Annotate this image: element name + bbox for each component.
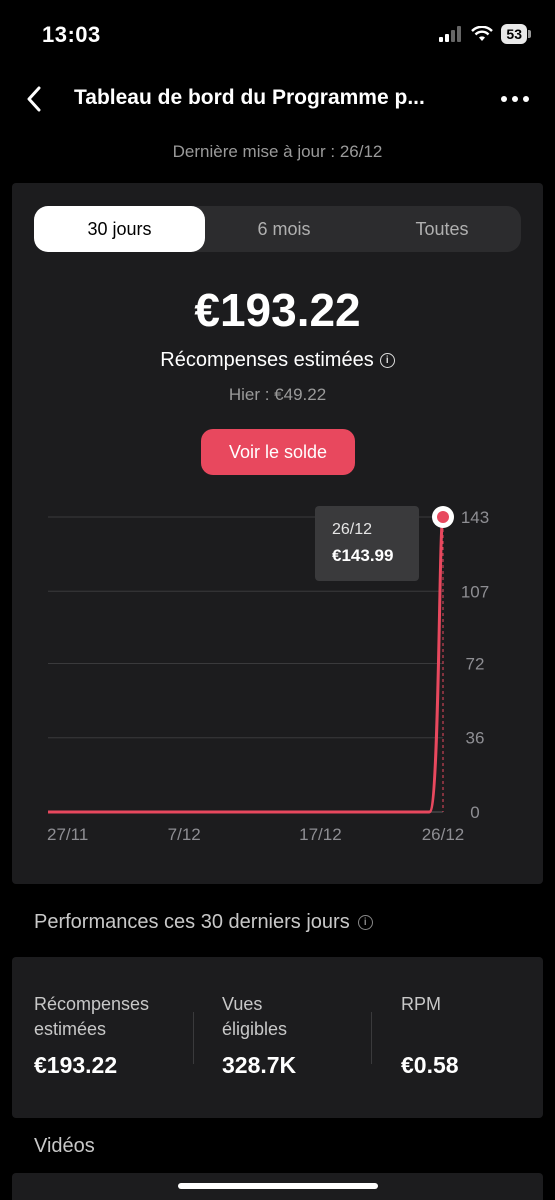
status-bar: 13:03 53	[0, 0, 555, 70]
x-tick-label: 27/11	[47, 825, 88, 844]
estimated-rewards-amount: €193.22	[194, 284, 361, 336]
x-tick-label: 26/12	[422, 825, 465, 844]
tooltip-value: €143.99	[332, 546, 393, 565]
tooltip-date: 26/12	[332, 521, 372, 538]
info-icon[interactable]: i	[357, 915, 373, 930]
stat-label: RPM	[401, 994, 441, 1014]
performance-title-text: Performances ces 30 derniers jours	[34, 911, 350, 933]
tab-all[interactable]: Toutes	[363, 206, 521, 252]
y-tick-label: 36	[466, 729, 485, 748]
stat-label: éligibles	[222, 1019, 288, 1039]
performance-stats-card: Récompenses estimées €193.22 Vues éligib…	[12, 957, 543, 1118]
stat-value: 328.7K	[222, 1052, 297, 1078]
more-options-button[interactable]	[497, 84, 533, 114]
y-tick-label: 143	[461, 508, 489, 527]
clock: 13:03	[42, 22, 101, 47]
x-tick-label: 17/12	[299, 825, 342, 844]
wifi-icon	[471, 26, 494, 41]
stat-label: Vues	[222, 994, 263, 1014]
divider	[371, 1012, 372, 1064]
yesterday-amount: Hier : €49.22	[228, 385, 327, 404]
battery-icon: 53	[501, 24, 531, 44]
last-updated-text: Dernière mise à jour : 26/12	[172, 142, 383, 161]
chevron-left-icon	[27, 86, 41, 112]
y-tick-label: 107	[461, 582, 489, 601]
stat-value: €193.22	[34, 1052, 118, 1078]
stat-estimated-rewards: Récompenses estimées	[34, 992, 149, 1042]
cellular-signal-icon	[439, 26, 462, 42]
view-balance-button[interactable]: Voir le solde	[201, 429, 355, 475]
period-tabs: 30 jours 6 mois Toutes	[34, 206, 521, 252]
performance-section-title: Performances ces 30 derniers jours i	[34, 911, 373, 934]
y-tick-label: 0	[470, 803, 479, 822]
stat-label: Récompenses	[34, 994, 150, 1014]
more-horizontal-icon	[501, 96, 529, 102]
y-tick-label: 72	[466, 654, 485, 673]
back-button[interactable]	[18, 82, 50, 116]
videos-section-title: Vidéos	[34, 1135, 95, 1157]
tab-30-days[interactable]: 30 jours	[34, 206, 205, 252]
nav-bar: Tableau de bord du Programme p...	[0, 74, 555, 124]
divider	[193, 1012, 194, 1064]
system-icons: 53	[439, 24, 531, 44]
data-point	[437, 511, 449, 523]
earnings-card: 30 jours 6 mois Toutes €193.22 Récompens…	[12, 183, 543, 884]
stat-eligible-views: Vues éligibles	[222, 992, 287, 1042]
stat-rpm: RPM	[401, 992, 441, 1017]
x-tick-label: 7/12	[168, 825, 201, 844]
page-title: Tableau de bord du Programme p...	[74, 86, 425, 109]
stat-label: estimées	[34, 1019, 107, 1039]
stat-value: €0.58	[401, 1052, 459, 1078]
estimated-rewards-text: Récompenses estimées	[160, 349, 374, 371]
tooltip-box	[315, 506, 419, 581]
rewards-line-chart[interactable]: 0 36 72 107 143 27/11 7/12 17/12 26/12 26/12 €143.…	[12, 493, 543, 853]
tab-6-months[interactable]: 6 mois	[205, 206, 363, 252]
home-indicator[interactable]	[178, 1183, 378, 1189]
estimated-rewards-label: Récompenses estimées i	[12, 349, 543, 372]
info-icon[interactable]: i	[379, 353, 395, 368]
